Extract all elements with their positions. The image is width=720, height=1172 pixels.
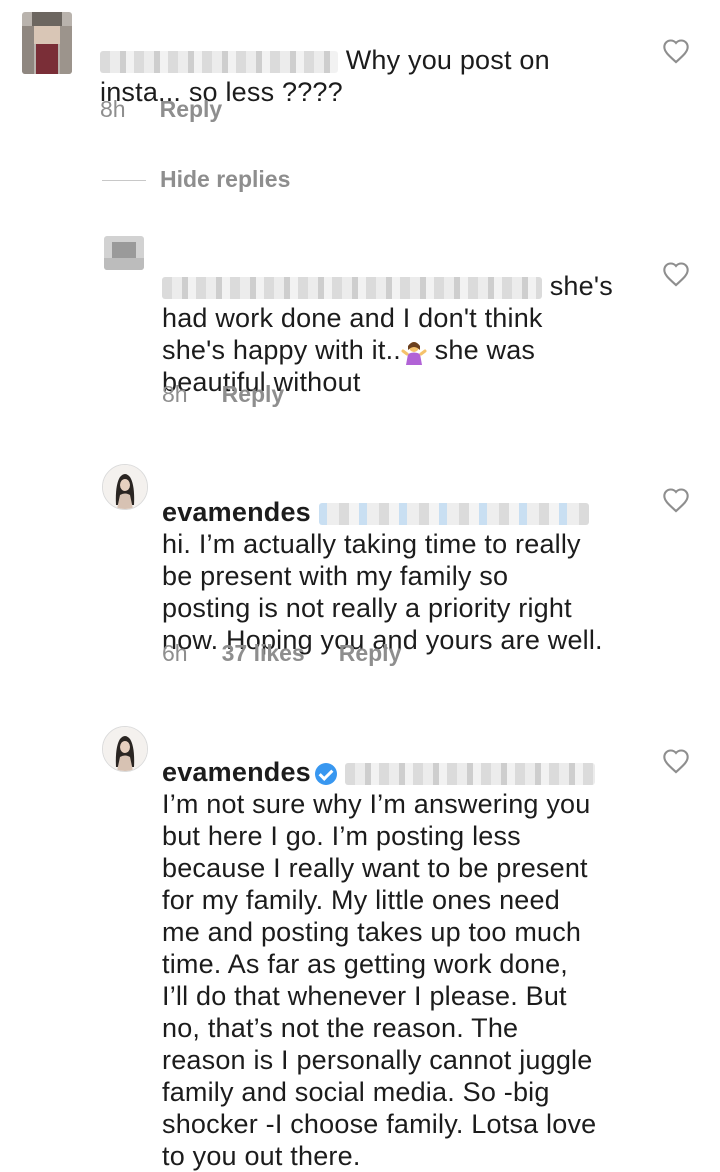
- comment-meta: 6h 37 likes Reply: [162, 640, 401, 667]
- heart-outline-icon[interactable]: [662, 487, 690, 513]
- comment-text: evamendes I’m not sure why I’m answering…: [162, 757, 597, 1171]
- reply-button[interactable]: Reply: [339, 640, 402, 667]
- avatar[interactable]: [102, 726, 148, 772]
- hide-replies-button[interactable]: Hide replies: [160, 166, 290, 193]
- reply-button[interactable]: Reply: [160, 96, 223, 123]
- comment-meta: 8h Reply: [100, 96, 222, 123]
- avatar[interactable]: [22, 12, 72, 74]
- avatar[interactable]: [102, 464, 148, 510]
- comment-text: Why you post on insta... so less ????: [100, 45, 550, 107]
- heart-outline-icon[interactable]: [662, 748, 690, 774]
- reply-button[interactable]: Reply: [222, 381, 285, 408]
- woman-shrugging-emoji: [401, 339, 427, 365]
- heart-outline-icon[interactable]: [662, 38, 690, 64]
- comment-time: 8h: [100, 96, 126, 122]
- blurred-mention: [318, 502, 589, 525]
- comment-time: 8h: [162, 381, 188, 407]
- blurred-username[interactable]: [100, 45, 338, 75]
- comment-username[interactable]: evamendes: [162, 757, 311, 787]
- likes-count[interactable]: 37 likes: [222, 640, 305, 667]
- comment-meta: 8h Reply: [162, 381, 284, 408]
- avatar[interactable]: [104, 236, 144, 270]
- thread-divider: [102, 180, 146, 181]
- verified-badge-icon: [314, 762, 337, 785]
- blurred-mention: [344, 762, 595, 785]
- comment-text: she's had work done and I don't think sh…: [162, 271, 613, 397]
- comment-time: 6h: [162, 640, 188, 666]
- comment-text: evamendes hi. I’m actually taking time t…: [162, 497, 603, 655]
- blurred-username[interactable]: [162, 271, 542, 301]
- comment-username[interactable]: evamendes: [162, 497, 311, 527]
- heart-outline-icon[interactable]: [662, 261, 690, 287]
